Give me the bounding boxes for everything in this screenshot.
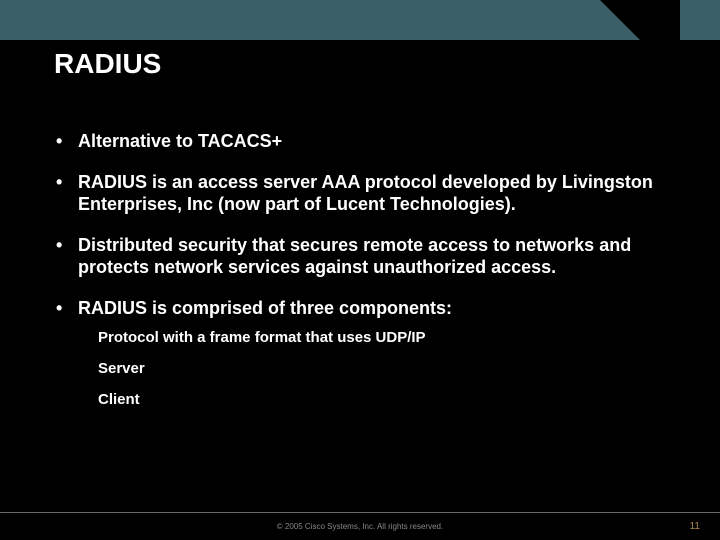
copyright-text: © 2005 Cisco Systems, Inc. All rights re… <box>277 522 443 531</box>
bullet-item: Distributed security that secures remote… <box>54 234 666 279</box>
slide-title: RADIUS <box>54 48 161 80</box>
page-number: 11 <box>690 521 700 532</box>
header-notch-triangle <box>600 0 640 40</box>
slide-header: RADIUS <box>0 0 720 100</box>
sub-item: Server <box>78 360 666 379</box>
bullet-item: Alternative to TACACS+ <box>54 130 666 153</box>
slide-footer: © 2005 Cisco Systems, Inc. All rights re… <box>0 512 720 540</box>
sub-item: Client <box>78 391 666 410</box>
bullet-item: RADIUS is an access server AAA protocol … <box>54 171 666 216</box>
bullet-list: Alternative to TACACS+ RADIUS is an acce… <box>54 130 666 409</box>
bullet-item: RADIUS is comprised of three components:… <box>54 297 666 410</box>
sub-item: Protocol with a frame format that uses U… <box>78 329 666 348</box>
bullet-text: RADIUS is comprised of three components: <box>78 298 452 318</box>
slide-content: Alternative to TACACS+ RADIUS is an acce… <box>54 130 666 427</box>
sub-list: Protocol with a frame format that uses U… <box>78 329 666 409</box>
header-notch-block <box>640 0 680 40</box>
